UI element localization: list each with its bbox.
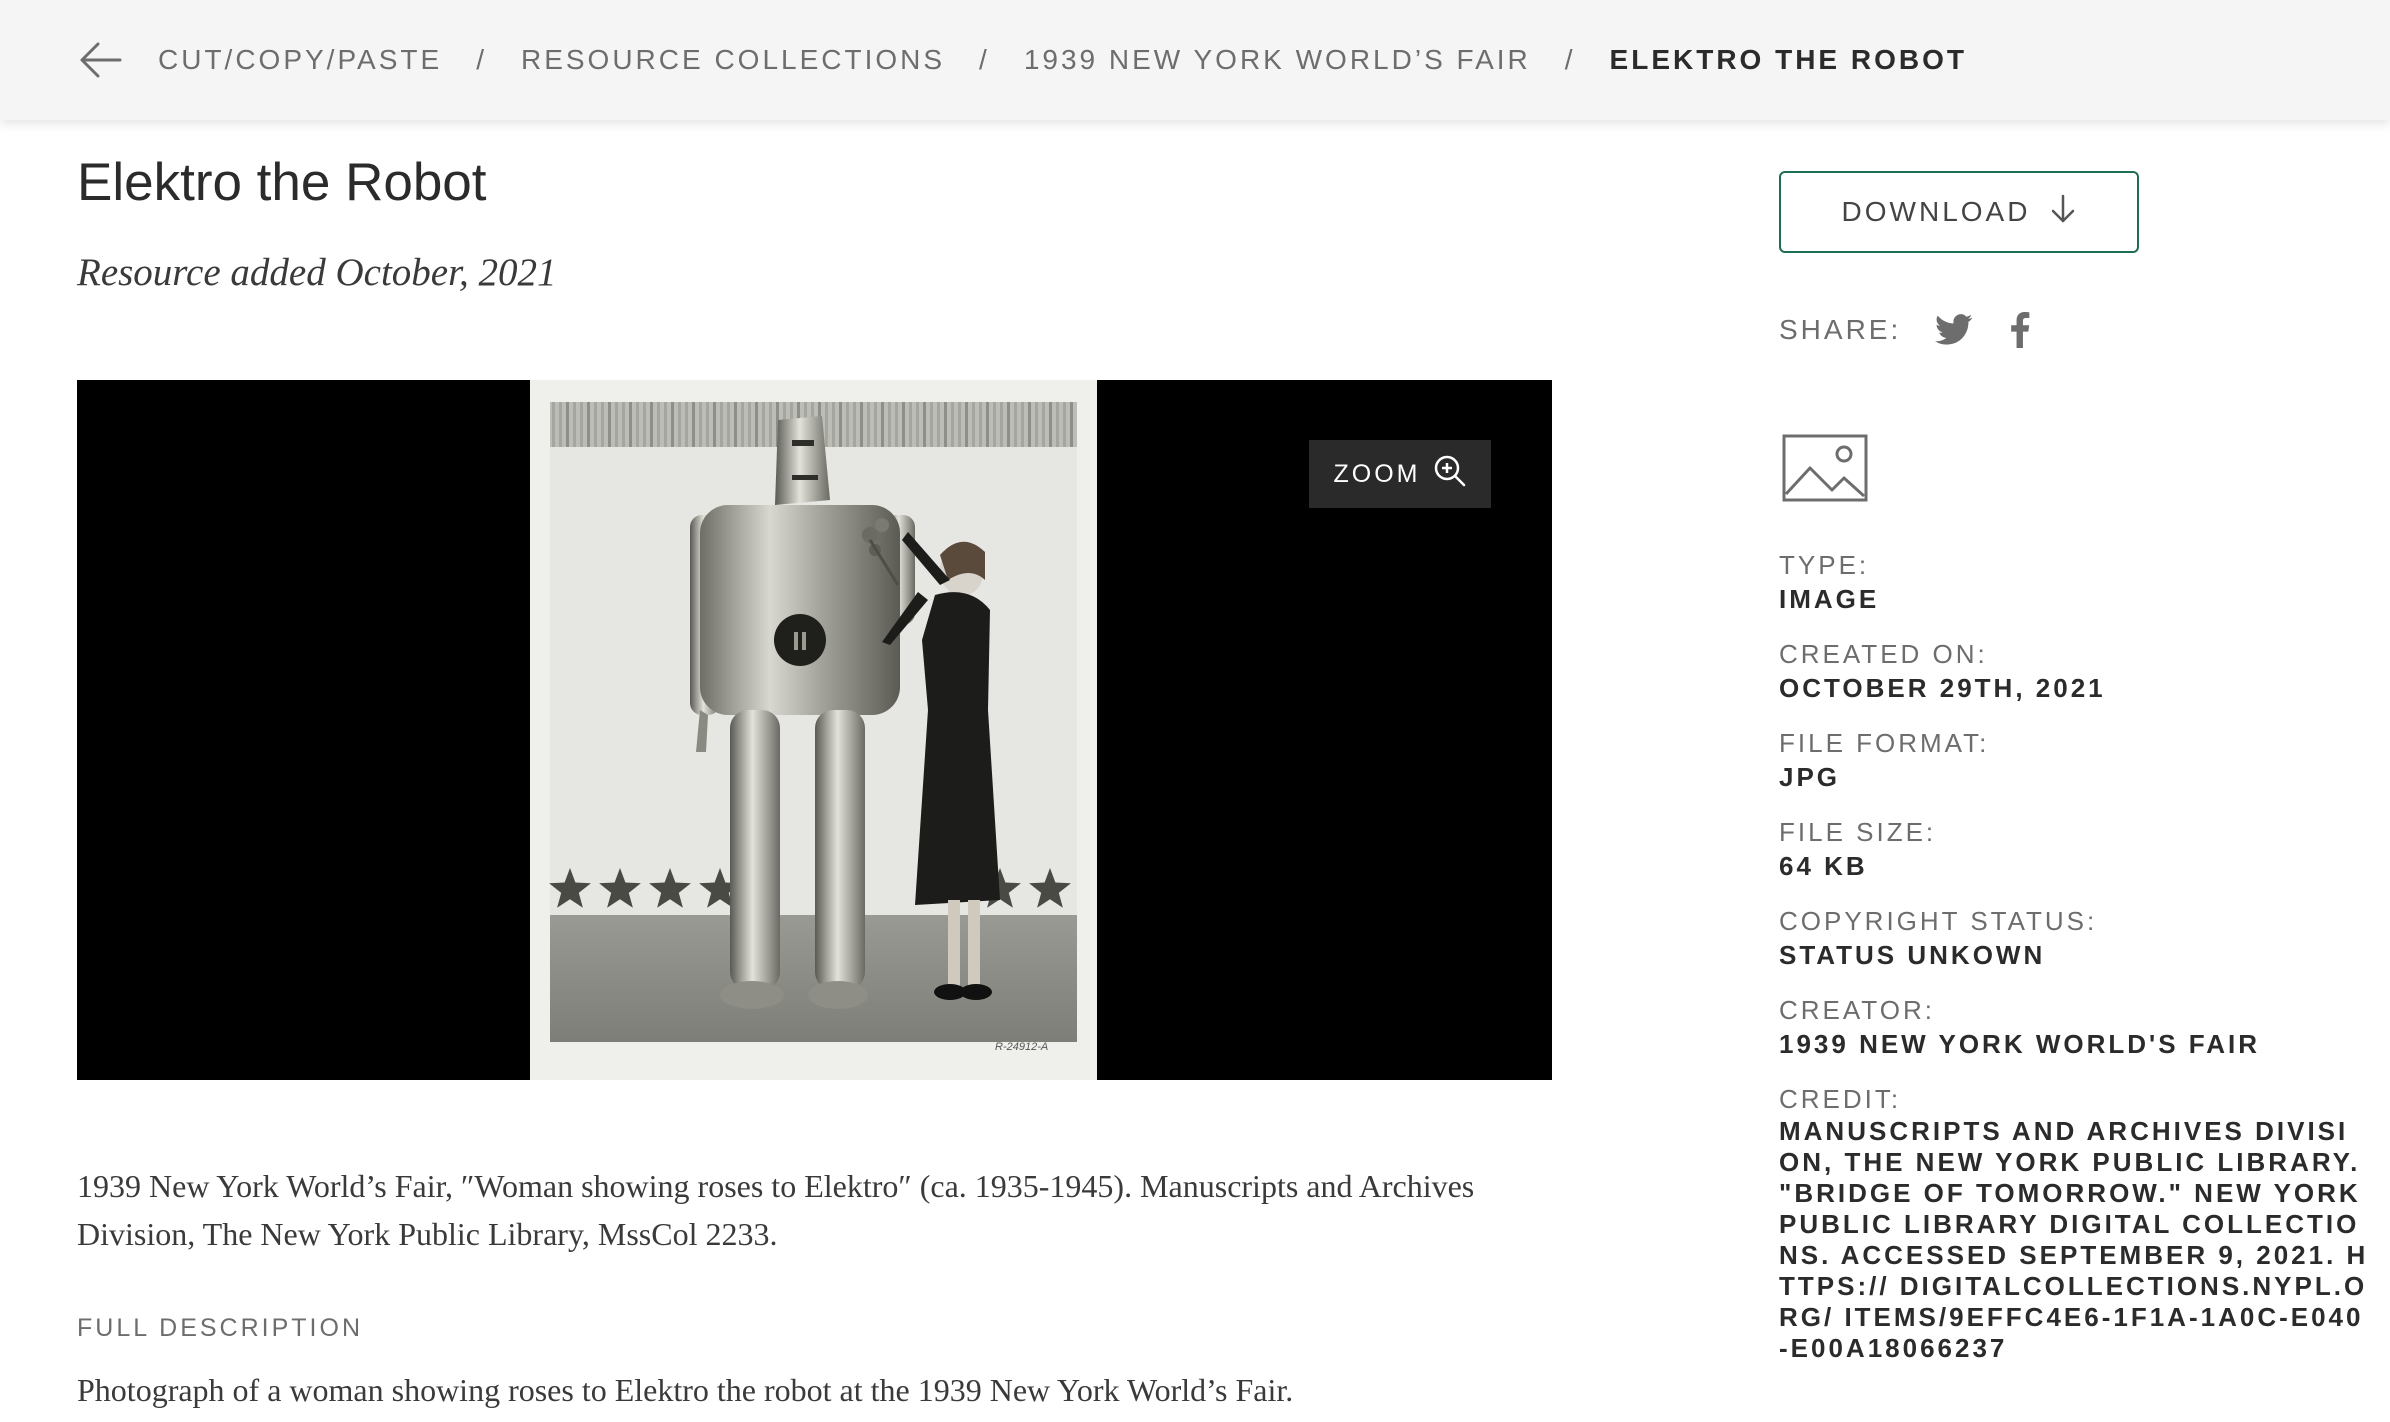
meta-file-size: FILE SIZE: 64 KB bbox=[1779, 815, 2379, 883]
resource-metadata: TYPE: IMAGE CREATED ON: OCTOBER 29TH, 20… bbox=[1779, 548, 2379, 1385]
download-button[interactable]: DOWNLOAD bbox=[1779, 171, 2139, 253]
arrow-left-icon[interactable] bbox=[78, 36, 126, 84]
meta-file-format: FILE FORMAT: JPG bbox=[1779, 726, 2379, 794]
full-description-text: Photograph of a woman showing roses to E… bbox=[77, 1372, 1294, 1408]
top-bar: CUT/COPY/PASTE / RESOURCE COLLECTIONS / … bbox=[0, 0, 2390, 120]
image-viewer[interactable]: R-24912-A ZOOM bbox=[77, 380, 1552, 1080]
meta-value: JPG bbox=[1779, 762, 1841, 792]
meta-label: CREDIT: bbox=[1779, 1084, 1902, 1114]
share-label: SHARE: bbox=[1779, 314, 1902, 345]
breadcrumb: CUT/COPY/PASTE / RESOURCE COLLECTIONS / … bbox=[158, 44, 1967, 76]
breadcrumb-item-resource-collections[interactable]: RESOURCE COLLECTIONS bbox=[521, 44, 945, 76]
meta-copyright-status: COPYRIGHT STATUS: STATUS UNKOWN bbox=[1779, 904, 2379, 972]
meta-value: IMAGE bbox=[1779, 584, 1880, 614]
zoom-button[interactable]: ZOOM bbox=[1309, 440, 1491, 508]
page-title: Elektro the Robot bbox=[77, 153, 487, 212]
meta-credit: CREDIT: MANUSCRIPTS AND ARCHIVES DIVISIO… bbox=[1779, 1082, 2379, 1364]
meta-creator: CREATOR: 1939 NEW YORK WORLD'S FAIR bbox=[1779, 993, 2379, 1061]
image-caption: 1939 New York World’s Fair, ″Woman showi… bbox=[77, 1168, 1475, 1252]
meta-value: STATUS UNKOWN bbox=[1779, 940, 2046, 970]
meta-label: FILE SIZE: bbox=[1779, 817, 1937, 847]
meta-label: CREATED ON: bbox=[1779, 639, 1988, 669]
meta-value: 1939 NEW YORK WORLD'S FAIR bbox=[1779, 1029, 2260, 1059]
full-description-heading: FULL DESCRIPTION bbox=[77, 1314, 364, 1342]
meta-label: TYPE: bbox=[1779, 550, 1870, 580]
meta-label: FILE FORMAT: bbox=[1779, 728, 1990, 758]
photo-illustration: R-24912-A bbox=[530, 380, 1097, 1080]
resource-added-date: Resource added October, 2021 bbox=[77, 251, 557, 294]
breadcrumb-separator: / bbox=[1564, 44, 1576, 75]
breadcrumb-item-world-fair[interactable]: 1939 NEW YORK WORLD’S FAIR bbox=[1024, 44, 1531, 76]
facebook-icon[interactable] bbox=[2009, 312, 2031, 348]
meta-value: OCTOBER 29TH, 2021 bbox=[1779, 673, 2106, 703]
meta-value: 64 KB bbox=[1779, 851, 1868, 881]
meta-created-on: CREATED ON: OCTOBER 29TH, 2021 bbox=[1779, 637, 2379, 705]
meta-label: COPYRIGHT STATUS: bbox=[1779, 906, 2098, 936]
meta-label: CREATOR: bbox=[1779, 995, 1935, 1025]
zoom-in-icon bbox=[1433, 454, 1467, 495]
breadcrumb-separator: / bbox=[979, 44, 990, 75]
film-label: R-24912-A bbox=[995, 1041, 1048, 1053]
arrow-down-icon bbox=[2050, 194, 2076, 231]
breadcrumb-item-cut-copy-paste[interactable]: CUT/COPY/PASTE bbox=[158, 44, 442, 76]
meta-value: MANUSCRIPTS AND ARCHIVES DIVISION, THE N… bbox=[1779, 1116, 2369, 1363]
share-bar: SHARE: bbox=[1779, 312, 2067, 348]
breadcrumb-item-current: ELEKTRO THE ROBOT bbox=[1609, 44, 1967, 75]
twitter-icon[interactable] bbox=[1935, 314, 1973, 346]
resource-photo: R-24912-A bbox=[530, 380, 1097, 1080]
meta-type: TYPE: IMAGE bbox=[1779, 548, 2379, 616]
image-icon bbox=[1782, 434, 1868, 507]
zoom-label: ZOOM bbox=[1333, 459, 1421, 488]
breadcrumb-separator: / bbox=[476, 44, 487, 75]
download-label: DOWNLOAD bbox=[1841, 196, 2031, 227]
